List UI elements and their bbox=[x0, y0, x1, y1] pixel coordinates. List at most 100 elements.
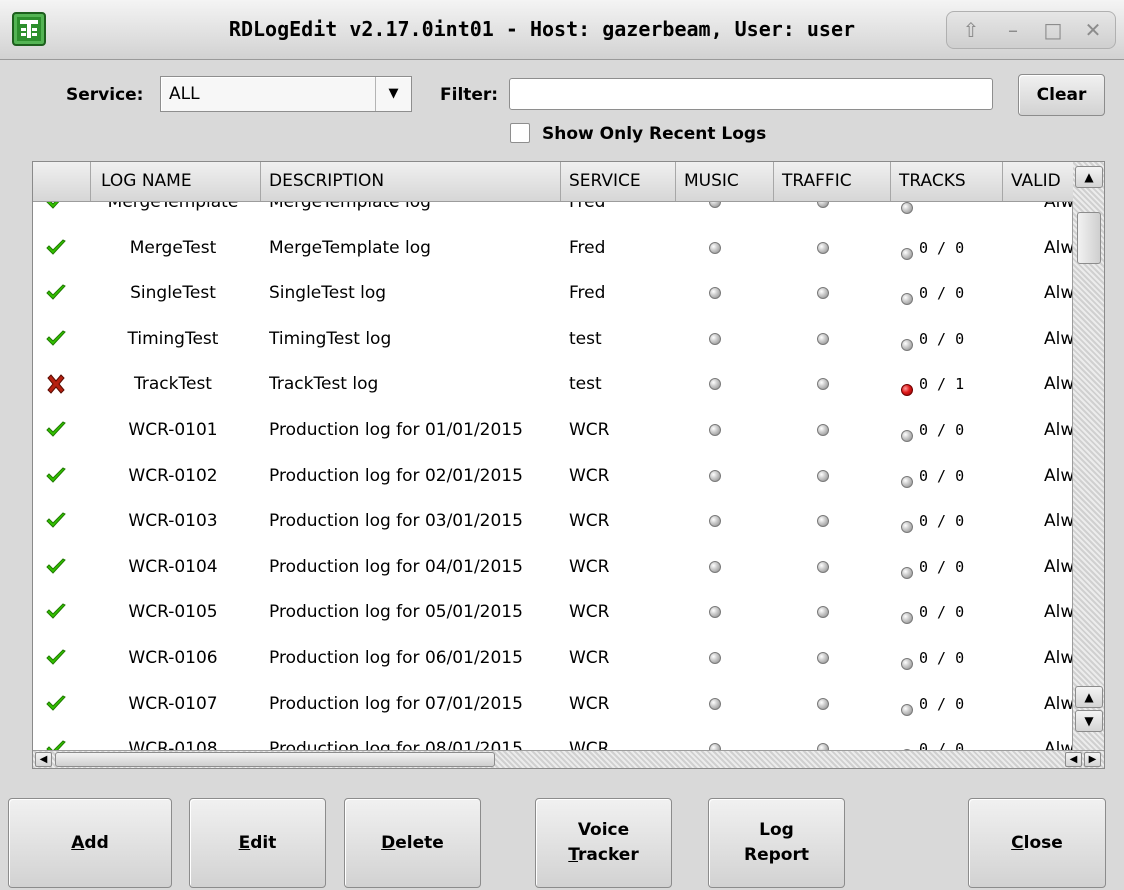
col-header-tracks[interactable]: TRACKS bbox=[891, 162, 1003, 201]
filter-input[interactable] bbox=[509, 78, 993, 110]
tracks-status: 0 / 0 bbox=[901, 408, 1001, 454]
voice-tracker-label-line1: Voice bbox=[577, 820, 630, 841]
table-row[interactable]: WCR-0103 Production log for 03/01/2015 WCR… bbox=[33, 499, 1073, 545]
edit-mnemonic: E bbox=[238, 832, 251, 853]
scroll-right-icon[interactable]: ▶ bbox=[1084, 752, 1101, 767]
log-name: WCR-0103 bbox=[128, 511, 218, 532]
log-description: Production log for 04/01/2015 bbox=[269, 556, 523, 577]
tracks-status-led-icon bbox=[901, 202, 913, 214]
col-header-valid[interactable]: VALID bbox=[1003, 162, 1073, 201]
delete-mnemonic: D bbox=[381, 832, 396, 853]
scroll-down-icon[interactable]: ▼ bbox=[1075, 710, 1103, 732]
table-row[interactable]: MergeTest MergeTemplate log Fred 0 / 0 Alw bbox=[33, 226, 1073, 272]
service-select[interactable]: ALL ▼ bbox=[160, 76, 412, 112]
check-icon bbox=[45, 511, 67, 531]
tracks-count: 0 / 0 bbox=[919, 466, 965, 485]
table-header: LOG NAME DESCRIPTION SERVICE MUSIC TRAFF… bbox=[33, 162, 1073, 202]
table-row[interactable]: WCR-0107 Production log for 07/01/2015 WCR… bbox=[33, 682, 1073, 728]
scroll-up-icon[interactable]: ▲ bbox=[1075, 166, 1103, 188]
table-row[interactable]: WCR-0105 Production log for 05/01/2015 WCR… bbox=[33, 590, 1073, 636]
horizontal-scroll-thumb[interactable] bbox=[55, 752, 495, 767]
log-description: Production log for 01/01/2015 bbox=[269, 419, 523, 440]
music-status bbox=[709, 727, 749, 752]
log-name: WCR-0107 bbox=[128, 693, 218, 714]
table-row[interactable]: WCR-0104 Production log for 04/01/2015 WCR… bbox=[33, 545, 1073, 591]
minimize-icon[interactable]: – bbox=[993, 12, 1033, 48]
dropdown-arrow-icon[interactable]: ▼ bbox=[375, 77, 411, 111]
tracks-status bbox=[901, 202, 1001, 226]
recent-logs-checkbox[interactable] bbox=[510, 123, 530, 143]
voice-tracker-label-line2: racker bbox=[578, 845, 639, 865]
traffic-status bbox=[817, 454, 857, 500]
up-arrow-icon[interactable]: ⇧ bbox=[951, 12, 991, 48]
tracks-count: 0 / 0 bbox=[919, 238, 965, 257]
log-service: test bbox=[569, 374, 602, 395]
music-status-led-icon bbox=[709, 469, 721, 482]
row-status bbox=[45, 682, 75, 728]
log-report-button[interactable]: Log Report bbox=[708, 798, 845, 888]
scroll-left-icon[interactable]: ◀ bbox=[35, 752, 52, 767]
clear-button[interactable]: Clear bbox=[1018, 74, 1105, 116]
voice-tracker-button[interactable]: Voice Tracker bbox=[535, 798, 672, 888]
traffic-status bbox=[817, 408, 857, 454]
table-row[interactable]: WCR-0108 Production log for 08/01/2015 WCR… bbox=[33, 727, 1073, 752]
table-row[interactable]: SingleTest SingleTest log Fred 0 / 0 Alw bbox=[33, 271, 1073, 317]
tracks-count: 0 / 1 bbox=[919, 375, 965, 394]
log-name: WCR-0101 bbox=[128, 419, 218, 440]
tracks-count: 0 / 0 bbox=[919, 694, 965, 713]
traffic-status bbox=[817, 682, 857, 728]
col-header-service[interactable]: SERVICE bbox=[561, 162, 676, 201]
col-header-music[interactable]: MUSIC bbox=[676, 162, 774, 201]
edit-button[interactable]: Edit bbox=[189, 798, 326, 888]
tracks-count: 0 / 0 bbox=[919, 329, 965, 348]
maximize-icon[interactable]: □ bbox=[1033, 12, 1073, 48]
horizontal-scrollbar[interactable]: ◀ ◀ ▶ bbox=[33, 750, 1104, 768]
log-description: Production log for 02/01/2015 bbox=[269, 465, 523, 486]
row-status bbox=[45, 545, 75, 591]
traffic-status-led-icon bbox=[817, 697, 829, 710]
add-button[interactable]: Add bbox=[8, 798, 172, 888]
row-status bbox=[45, 499, 75, 545]
log-name: MergeTest bbox=[129, 237, 217, 258]
delete-button[interactable]: Delete bbox=[344, 798, 481, 888]
log-valid: Alw bbox=[1044, 328, 1073, 349]
close-button[interactable]: Close bbox=[968, 798, 1106, 888]
log-table[interactable]: LOG NAME DESCRIPTION SERVICE MUSIC TRAFF… bbox=[32, 161, 1105, 769]
row-status bbox=[45, 408, 75, 454]
close-mnemonic: C bbox=[1011, 832, 1024, 853]
table-row[interactable]: WCR-0101 Production log for 01/01/2015 WCR… bbox=[33, 408, 1073, 454]
music-status bbox=[709, 317, 749, 363]
tracks-status: 0 / 0 bbox=[901, 636, 1001, 682]
col-header-traffic[interactable]: TRAFFIC bbox=[774, 162, 891, 201]
log-service: WCR bbox=[569, 739, 610, 752]
vertical-scrollbar[interactable]: ▲ ▲ ▼ bbox=[1072, 162, 1104, 752]
log-description: Production log for 07/01/2015 bbox=[269, 693, 523, 714]
col-header-status[interactable] bbox=[33, 162, 91, 201]
row-status bbox=[45, 727, 75, 752]
row-status bbox=[45, 590, 75, 636]
table-row[interactable]: WCR-0106 Production log for 06/01/2015 WCR… bbox=[33, 636, 1073, 682]
col-header-log-name[interactable]: LOG NAME bbox=[91, 162, 261, 201]
log-description: TrackTest log bbox=[269, 374, 379, 395]
check-icon bbox=[45, 694, 67, 714]
log-service: WCR bbox=[569, 602, 610, 623]
close-icon[interactable]: ✕ bbox=[1073, 12, 1113, 48]
tracks-status: 0 / 0 bbox=[901, 727, 1001, 752]
scroll-up-icon[interactable]: ▲ bbox=[1075, 686, 1103, 708]
log-name: WCR-0106 bbox=[128, 647, 218, 668]
table-row[interactable]: WCR-0102 Production log for 02/01/2015 WCR… bbox=[33, 454, 1073, 500]
scroll-left-icon[interactable]: ◀ bbox=[1065, 752, 1082, 767]
music-status-led-icon bbox=[709, 332, 721, 345]
vertical-scroll-thumb[interactable] bbox=[1077, 212, 1101, 264]
log-valid: Alw bbox=[1044, 419, 1073, 440]
table-row[interactable]: TimingTest TimingTest log test 0 / 0 Alw bbox=[33, 317, 1073, 363]
log-description: Production log for 06/01/2015 bbox=[269, 647, 523, 668]
table-row[interactable]: TrackTest TrackTest log test 0 / 1 Alw bbox=[33, 362, 1073, 408]
tracks-status: 0 / 0 bbox=[901, 317, 1001, 363]
tracks-status-led-icon bbox=[901, 293, 913, 306]
cross-icon bbox=[45, 374, 67, 395]
col-header-description[interactable]: DESCRIPTION bbox=[261, 162, 561, 201]
add-mnemonic: A bbox=[71, 832, 85, 853]
voice-tracker-mnemonic: T bbox=[568, 845, 579, 865]
table-row[interactable]: MergeTemplate MergeTemplate log Fred Alw bbox=[33, 202, 1073, 226]
